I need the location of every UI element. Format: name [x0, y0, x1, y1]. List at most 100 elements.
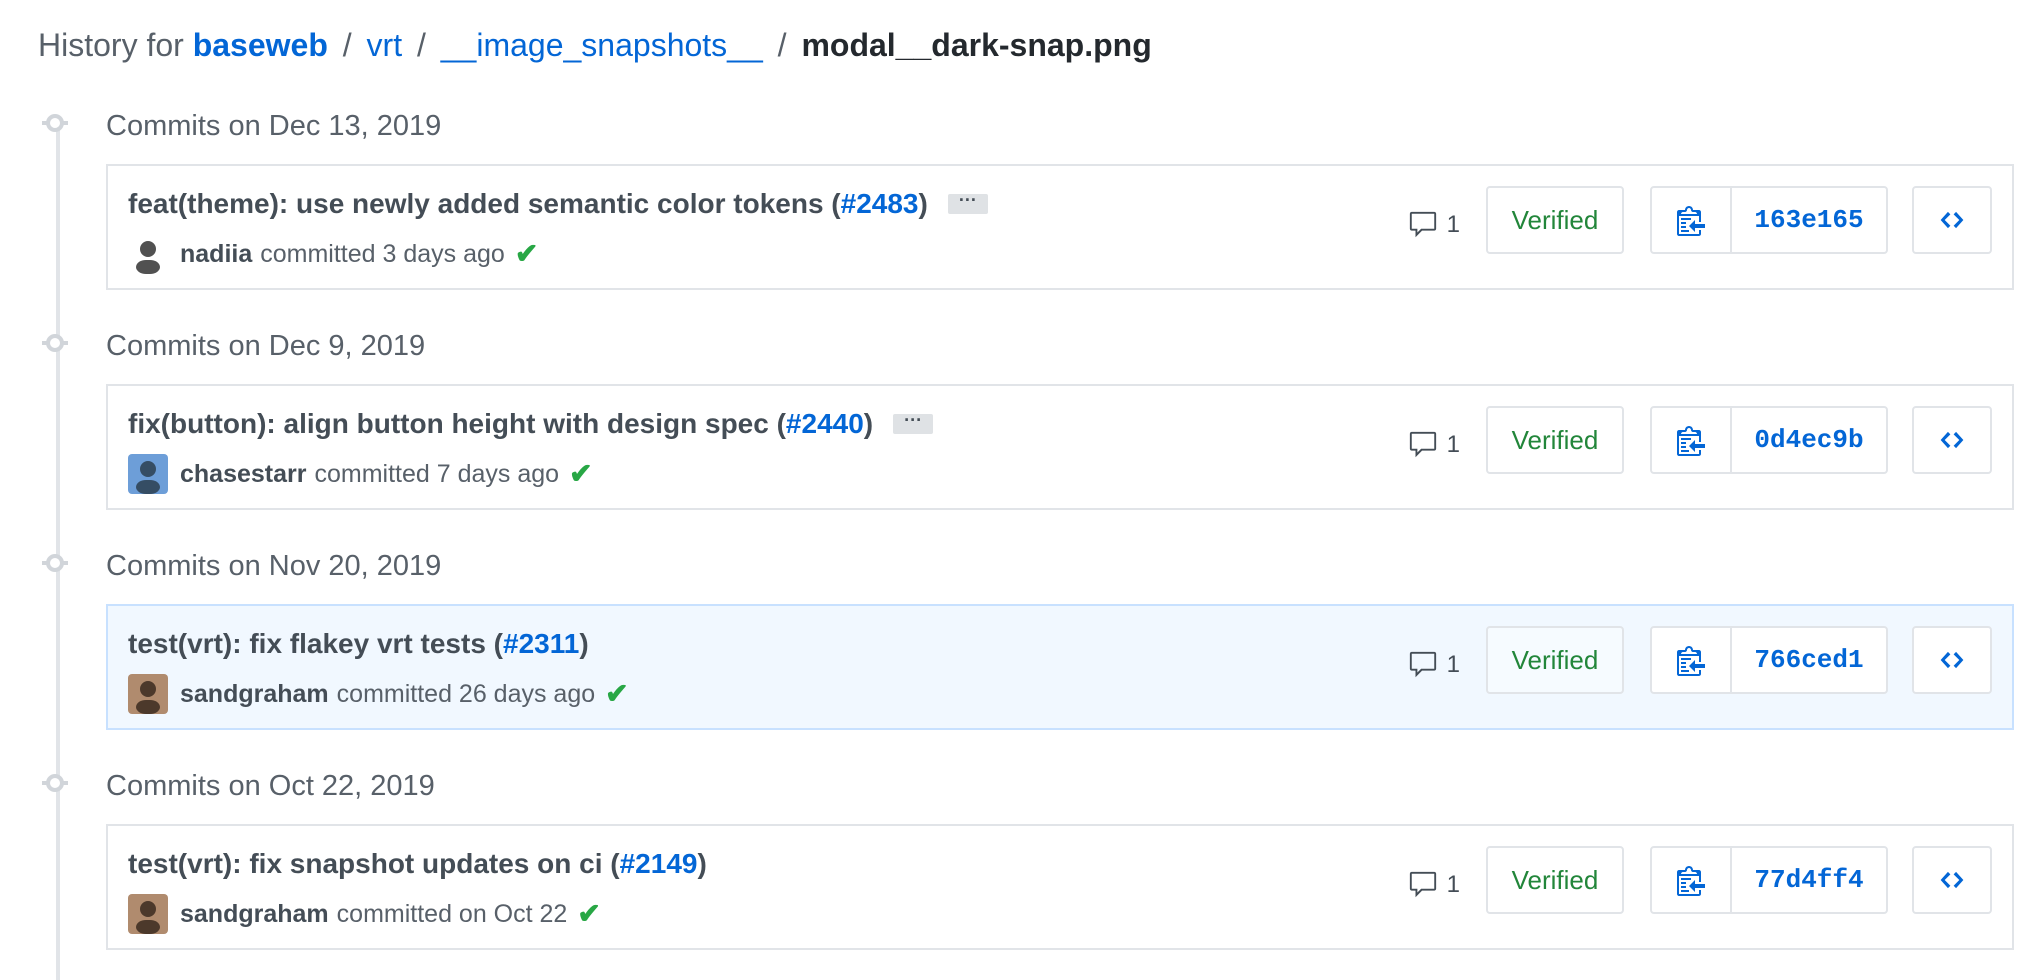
- commit-message-link-end[interactable]: ): [919, 186, 928, 222]
- clipboard-icon: [1677, 424, 1705, 456]
- commit-time: committed 3 days ago: [260, 240, 505, 268]
- commit-message-link[interactable]: test(vrt): fix flakey vrt tests (: [128, 626, 503, 662]
- sha-button-group: 766ced1: [1650, 626, 1888, 694]
- avatar[interactable]: [128, 894, 168, 934]
- git-commit-icon: [42, 554, 68, 572]
- avatar[interactable]: [128, 454, 168, 494]
- commit-title: fix(button): align button height with de…: [128, 406, 934, 442]
- breadcrumb-separator: /: [342, 27, 352, 63]
- pull-request-link[interactable]: #2311: [503, 626, 579, 662]
- comments-link[interactable]: 1: [1407, 210, 1460, 240]
- browse-repo-button[interactable]: [1912, 406, 1992, 474]
- commit-time: committed on Oct 22: [336, 900, 568, 928]
- check-icon[interactable]: ✔: [605, 677, 628, 711]
- expand-message-button[interactable]: ···: [947, 191, 988, 214]
- verified-badge[interactable]: Verified: [1486, 626, 1624, 694]
- sha-button-group: 77d4ff4: [1650, 846, 1888, 914]
- commit-title: test(vrt): fix snapshot updates on ci (#…: [128, 846, 707, 882]
- verified-badge[interactable]: Verified: [1486, 186, 1624, 254]
- comment-icon: [1407, 650, 1447, 680]
- commit-message-link-end[interactable]: ): [697, 846, 706, 882]
- avatar[interactable]: [128, 234, 168, 274]
- commit-group-date: Commits on Dec 9, 2019: [106, 330, 426, 362]
- commit-message-link[interactable]: fix(button): align button height with de…: [128, 406, 786, 442]
- git-commit-icon: [42, 114, 68, 132]
- author-link[interactable]: sandgraham: [180, 677, 329, 711]
- browse-repo-button[interactable]: [1912, 186, 1992, 254]
- commit-sha-link[interactable]: 77d4ff4: [1732, 848, 1886, 912]
- commit-message-link[interactable]: test(vrt): fix snapshot updates on ci (: [128, 846, 620, 882]
- clipboard-icon: [1677, 644, 1705, 676]
- copy-sha-button[interactable]: [1652, 628, 1732, 692]
- browse-repo-button[interactable]: [1912, 626, 1992, 694]
- verified-badge[interactable]: Verified: [1486, 846, 1624, 914]
- copy-sha-button[interactable]: [1652, 188, 1732, 252]
- comment-count: 1: [1446, 431, 1460, 458]
- avatar[interactable]: [128, 674, 168, 714]
- commit-time: committed 7 days ago: [314, 460, 560, 488]
- copy-sha-button[interactable]: [1652, 848, 1732, 912]
- commit-meta: sandgraham committed on Oct 22 ✔: [128, 894, 601, 934]
- verified-badge[interactable]: Verified: [1486, 406, 1624, 474]
- author-link[interactable]: chasestarr: [180, 457, 306, 491]
- check-icon[interactable]: ✔: [515, 237, 538, 271]
- commit-row: fix(button): align button height with de…: [106, 384, 2014, 510]
- commit-sha-link[interactable]: 163e165: [1732, 188, 1886, 252]
- comment-count: 1: [1446, 651, 1460, 678]
- commit-row: test(vrt): fix snapshot updates on ci (#…: [106, 824, 2014, 950]
- pull-request-link[interactable]: #2440: [786, 406, 864, 442]
- pull-request-link[interactable]: #2483: [841, 186, 919, 222]
- comment-count: 1: [1446, 211, 1460, 238]
- breadcrumb-repo-link[interactable]: baseweb: [193, 27, 328, 63]
- clipboard-icon: [1677, 204, 1705, 236]
- copy-sha-button[interactable]: [1652, 408, 1732, 472]
- comments-link[interactable]: 1: [1407, 430, 1460, 460]
- pull-request-link[interactable]: #2149: [620, 846, 698, 882]
- commit-title: test(vrt): fix flakey vrt tests (#2311): [128, 626, 589, 662]
- breadcrumb-separator: /: [777, 27, 787, 63]
- breadcrumb-path-image-snapshots[interactable]: __image_snapshots__: [441, 27, 763, 63]
- check-icon[interactable]: ✔: [569, 457, 592, 491]
- commit-group-date: Commits on Oct 22, 2019: [106, 770, 435, 802]
- commit-message-link[interactable]: feat(theme): use newly added semantic co…: [128, 186, 841, 222]
- commit-title: feat(theme): use newly added semantic co…: [128, 186, 988, 222]
- commit-history-page: History for baseweb / vrt / __image_snap…: [0, 0, 2042, 980]
- breadcrumb-file-name: modal__dark-snap.png: [801, 27, 1152, 63]
- git-commit-icon: [42, 774, 68, 792]
- code-icon: [1936, 867, 1968, 893]
- check-icon[interactable]: ✔: [577, 897, 600, 931]
- comment-count: 1: [1446, 871, 1460, 898]
- expand-message-button[interactable]: ···: [893, 411, 934, 434]
- commit-time: committed 26 days ago: [336, 680, 596, 708]
- breadcrumb-separator: /: [416, 27, 426, 63]
- commit-row: test(vrt): fix flakey vrt tests (#2311) …: [106, 604, 2014, 730]
- commit-group-date: Commits on Dec 13, 2019: [106, 110, 442, 142]
- sha-button-group: 0d4ec9b: [1650, 406, 1888, 474]
- commit-sha-link[interactable]: 0d4ec9b: [1732, 408, 1886, 472]
- author-link[interactable]: sandgraham: [180, 897, 329, 931]
- code-icon: [1936, 647, 1968, 673]
- sha-button-group: 163e165: [1650, 186, 1888, 254]
- commit-meta: nadiia committed 3 days ago ✔: [128, 234, 538, 274]
- browse-repo-button[interactable]: [1912, 846, 1992, 914]
- code-icon: [1936, 207, 1968, 233]
- author-link[interactable]: nadiia: [180, 237, 252, 271]
- comment-icon: [1407, 870, 1447, 900]
- commit-message-link-end[interactable]: ): [579, 626, 588, 662]
- comments-link[interactable]: 1: [1407, 650, 1460, 680]
- breadcrumb-path-vrt[interactable]: vrt: [367, 27, 403, 63]
- clipboard-icon: [1677, 864, 1705, 896]
- breadcrumb-prefix: History for: [38, 27, 184, 63]
- commit-meta: sandgraham committed 26 days ago ✔: [128, 674, 629, 714]
- comment-icon: [1407, 430, 1447, 460]
- git-commit-icon: [42, 334, 68, 352]
- commit-message-link-end[interactable]: ): [864, 406, 873, 442]
- commit-sha-link[interactable]: 766ced1: [1732, 628, 1886, 692]
- comment-icon: [1407, 210, 1447, 240]
- breadcrumb: History for baseweb / vrt / __image_snap…: [38, 24, 1152, 66]
- comments-link[interactable]: 1: [1407, 870, 1460, 900]
- timeline-line: [56, 122, 60, 980]
- commit-group-date: Commits on Nov 20, 2019: [106, 550, 442, 582]
- commit-row: feat(theme): use newly added semantic co…: [106, 164, 2014, 290]
- commit-meta: chasestarr committed 7 days ago ✔: [128, 454, 593, 494]
